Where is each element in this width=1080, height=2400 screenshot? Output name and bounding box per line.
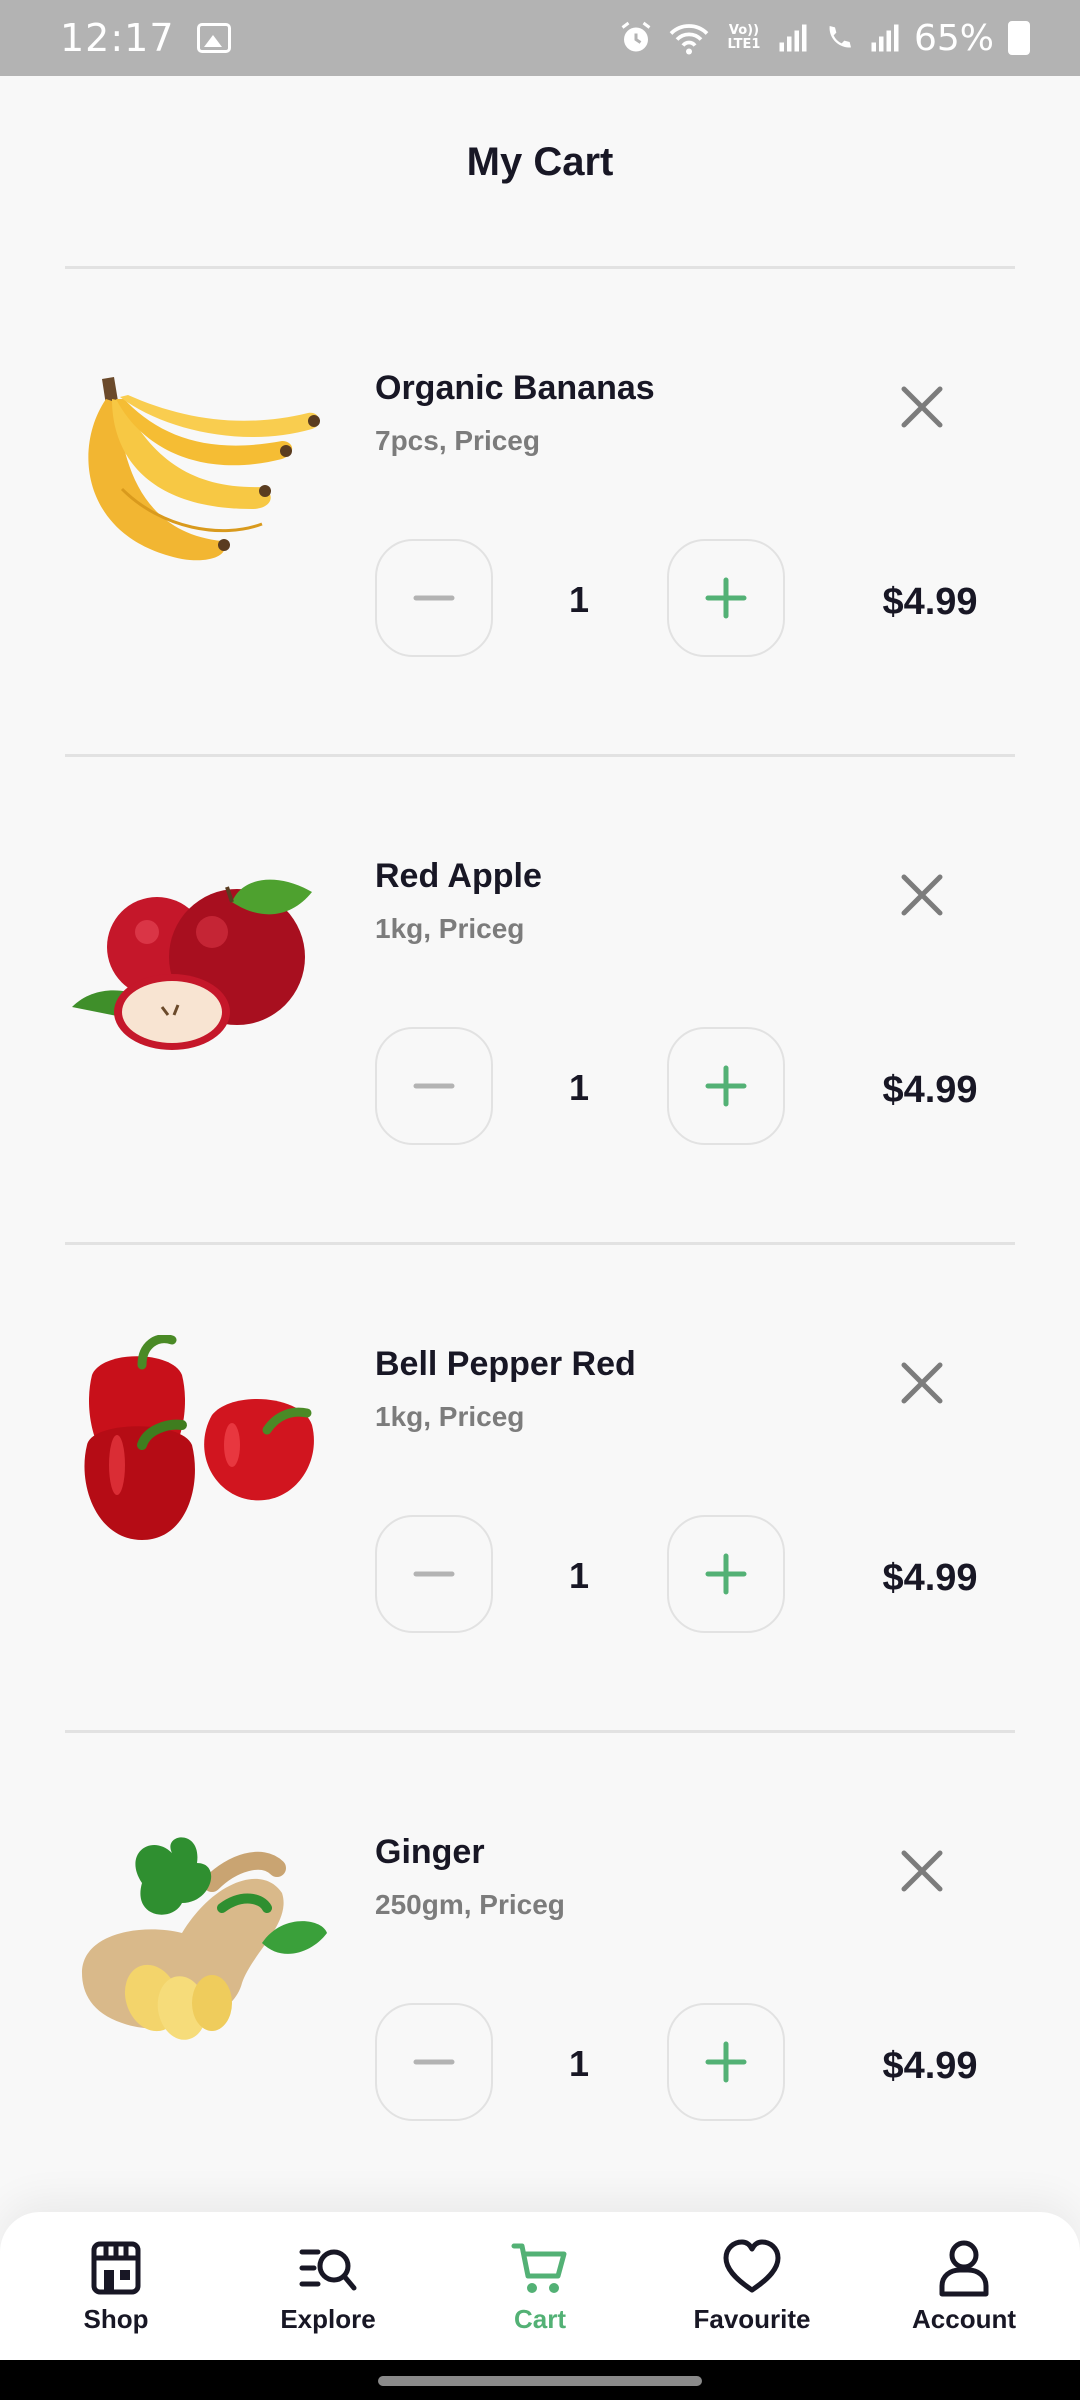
battery-percentage: 65%	[913, 17, 994, 59]
close-icon	[901, 1850, 943, 1892]
increase-quantity-button[interactable]	[667, 1027, 785, 1145]
alarm-icon	[621, 21, 651, 52]
volte-icon: Vo)) LTE1	[727, 23, 761, 52]
bananas-image	[88, 377, 320, 561]
plus-icon	[705, 577, 747, 619]
wifi-calling-icon	[829, 26, 851, 48]
explore-icon	[299, 2249, 357, 2290]
item-name: Organic Bananas	[375, 369, 655, 407]
remove-item-button[interactable]	[892, 865, 952, 925]
nav-label: Explore	[280, 2303, 376, 2334]
item-description: 1kg, Priceg	[375, 1401, 525, 1432]
nav-item-cart[interactable]: Cart	[440, 2238, 640, 2335]
quantity-value: 1	[568, 1067, 590, 1108]
decrease-quantity-button[interactable]	[375, 539, 493, 657]
red-apple-image	[72, 879, 312, 1050]
plus-icon	[705, 2041, 747, 2083]
item-price: $4.99	[882, 2045, 978, 2087]
close-icon	[901, 874, 943, 916]
nav-label: Favourite	[693, 2303, 811, 2334]
item-price: $4.99	[882, 1557, 978, 1599]
nav-item-explore[interactable]: Explore	[228, 2238, 428, 2335]
item-price: $4.99	[882, 1069, 978, 1111]
signal-icon	[779, 24, 807, 52]
gallery-icon	[196, 23, 231, 53]
bottom-navigation: Shop Explore Cart Favourite Account	[0, 2212, 1080, 2360]
cart-item: Bell Pepper Red 1kg, Priceg 1 $4.99	[0, 1245, 1080, 1733]
plus-icon	[705, 1553, 747, 1595]
item-name: Ginger	[375, 1833, 485, 1871]
cart-list: Organic Bananas 7pcs, Priceg 1 $4.99 Red…	[0, 269, 1080, 2221]
nav-item-favourite[interactable]: Favourite	[652, 2238, 852, 2335]
heart-icon	[723, 2239, 781, 2292]
item-name: Bell Pepper Red	[375, 1345, 636, 1383]
cart-item: Organic Bananas 7pcs, Priceg 1 $4.99	[0, 269, 1080, 757]
quantity-value: 1	[568, 2043, 590, 2084]
item-name: Red Apple	[375, 857, 542, 895]
gesture-handle[interactable]	[378, 2376, 702, 2386]
minus-icon	[413, 2059, 455, 2065]
store-icon	[91, 2241, 141, 2294]
minus-icon	[413, 1083, 455, 1089]
remove-item-button[interactable]	[892, 1353, 952, 1413]
nav-label: Cart	[513, 2303, 566, 2334]
bell-pepper-image	[84, 1335, 314, 1540]
close-icon	[901, 1362, 943, 1404]
nav-label: Shop	[83, 2303, 149, 2334]
quantity-value: 1	[568, 579, 590, 620]
quantity-value: 1	[568, 1555, 590, 1596]
nav-item-account[interactable]: Account	[864, 2238, 1064, 2335]
decrease-quantity-button[interactable]	[375, 2003, 493, 2121]
item-description: 7pcs, Priceg	[375, 425, 540, 456]
minus-icon	[413, 595, 455, 601]
wifi-icon	[669, 24, 709, 55]
user-icon	[939, 2240, 989, 2296]
cart-icon	[511, 2243, 567, 2293]
decrease-quantity-button[interactable]	[375, 1515, 493, 1633]
status-bar: 12:17 Vo)) LTE1 65%	[0, 0, 1080, 76]
remove-item-button[interactable]	[892, 377, 952, 437]
ginger-image	[82, 1837, 327, 2040]
increase-quantity-button[interactable]	[667, 539, 785, 657]
minus-icon	[413, 1571, 455, 1577]
nav-label: Account	[912, 2303, 1016, 2334]
item-description: 250gm, Priceg	[375, 1889, 565, 1920]
page-title: My Cart	[466, 140, 614, 184]
remove-item-button[interactable]	[892, 1841, 952, 1901]
battery-icon	[1008, 21, 1030, 55]
item-price: $4.99	[882, 581, 978, 623]
system-navigation-bar	[0, 2360, 1080, 2400]
increase-quantity-button[interactable]	[667, 1515, 785, 1633]
cart-item: Ginger 250gm, Priceg 1 $4.99	[0, 1733, 1080, 2221]
increase-quantity-button[interactable]	[667, 2003, 785, 2121]
status-time: 12:17	[60, 16, 175, 60]
close-icon	[901, 386, 943, 428]
decrease-quantity-button[interactable]	[375, 1027, 493, 1145]
item-description: 1kg, Priceg	[375, 913, 525, 944]
plus-icon	[705, 1065, 747, 1107]
cart-item: Red Apple 1kg, Priceg 1 $4.99	[0, 757, 1080, 1245]
signal-icon	[871, 24, 899, 52]
nav-item-shop[interactable]: Shop	[16, 2238, 216, 2335]
